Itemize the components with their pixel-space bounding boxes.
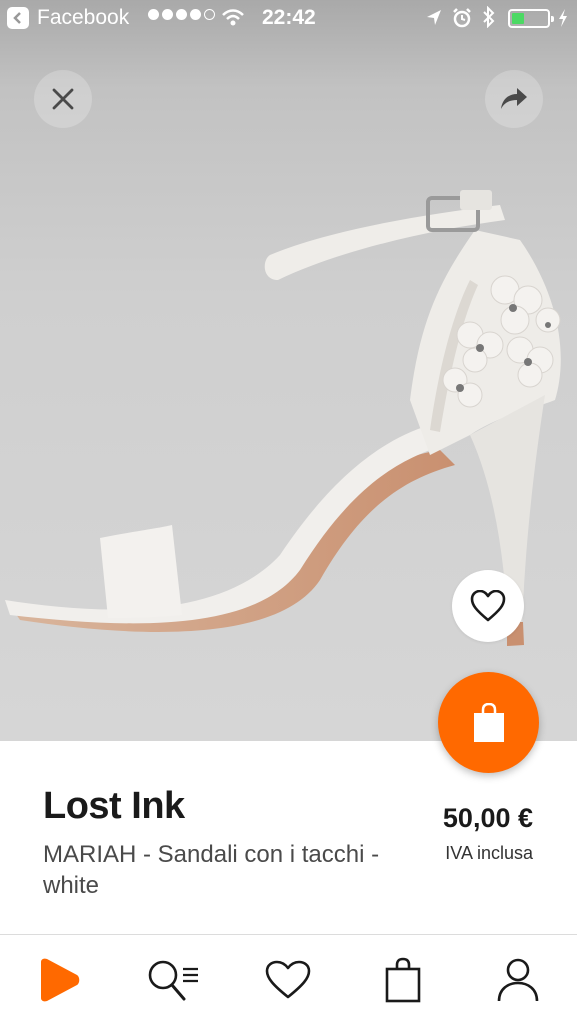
bluetooth-icon: [483, 6, 495, 28]
product-price: 50,00 €: [442, 803, 533, 833]
tab-search[interactable]: [115, 935, 230, 1024]
add-to-cart-button[interactable]: [438, 672, 539, 773]
wifi-icon: [222, 9, 244, 26]
alarm-icon: [453, 8, 471, 28]
home-logo-icon: [40, 958, 79, 1002]
product-brand[interactable]: Lost Ink: [43, 785, 185, 828]
back-to-app-label[interactable]: Facebook: [37, 6, 129, 30]
share-button[interactable]: [485, 70, 543, 128]
tab-home[interactable]: [0, 935, 115, 1024]
tab-bag[interactable]: [345, 935, 460, 1024]
tab-profile[interactable]: [460, 935, 575, 1024]
back-icon[interactable]: [7, 7, 29, 29]
wishlist-icon: [265, 960, 310, 999]
close-button[interactable]: [34, 70, 92, 128]
profile-icon: [497, 958, 538, 1002]
product-title: MARIAH - Sandali con i tacchi - white: [43, 841, 380, 899]
clock: 22:42: [262, 6, 316, 29]
heart-icon: [470, 590, 506, 622]
charging-icon: [559, 9, 567, 27]
shopping-bag-icon: [473, 702, 504, 742]
battery-icon: [508, 9, 554, 28]
status-bar: Facebook 22:42: [0, 0, 577, 38]
location-icon: [427, 10, 441, 25]
tab-bar: [0, 934, 577, 1024]
share-icon: [501, 88, 527, 109]
bag-icon: [385, 957, 420, 1003]
tab-wishlist[interactable]: [230, 935, 345, 1024]
search-icon: [148, 960, 198, 1001]
add-to-wishlist-button[interactable]: [452, 570, 524, 642]
vat-note: IVA inclusa: [445, 843, 533, 863]
product-detail-screen: Facebook 22:42 Lost Ink MARIAH - Sandali…: [0, 0, 577, 1024]
signal-strength-icon: [148, 9, 215, 20]
close-icon: [52, 88, 74, 110]
